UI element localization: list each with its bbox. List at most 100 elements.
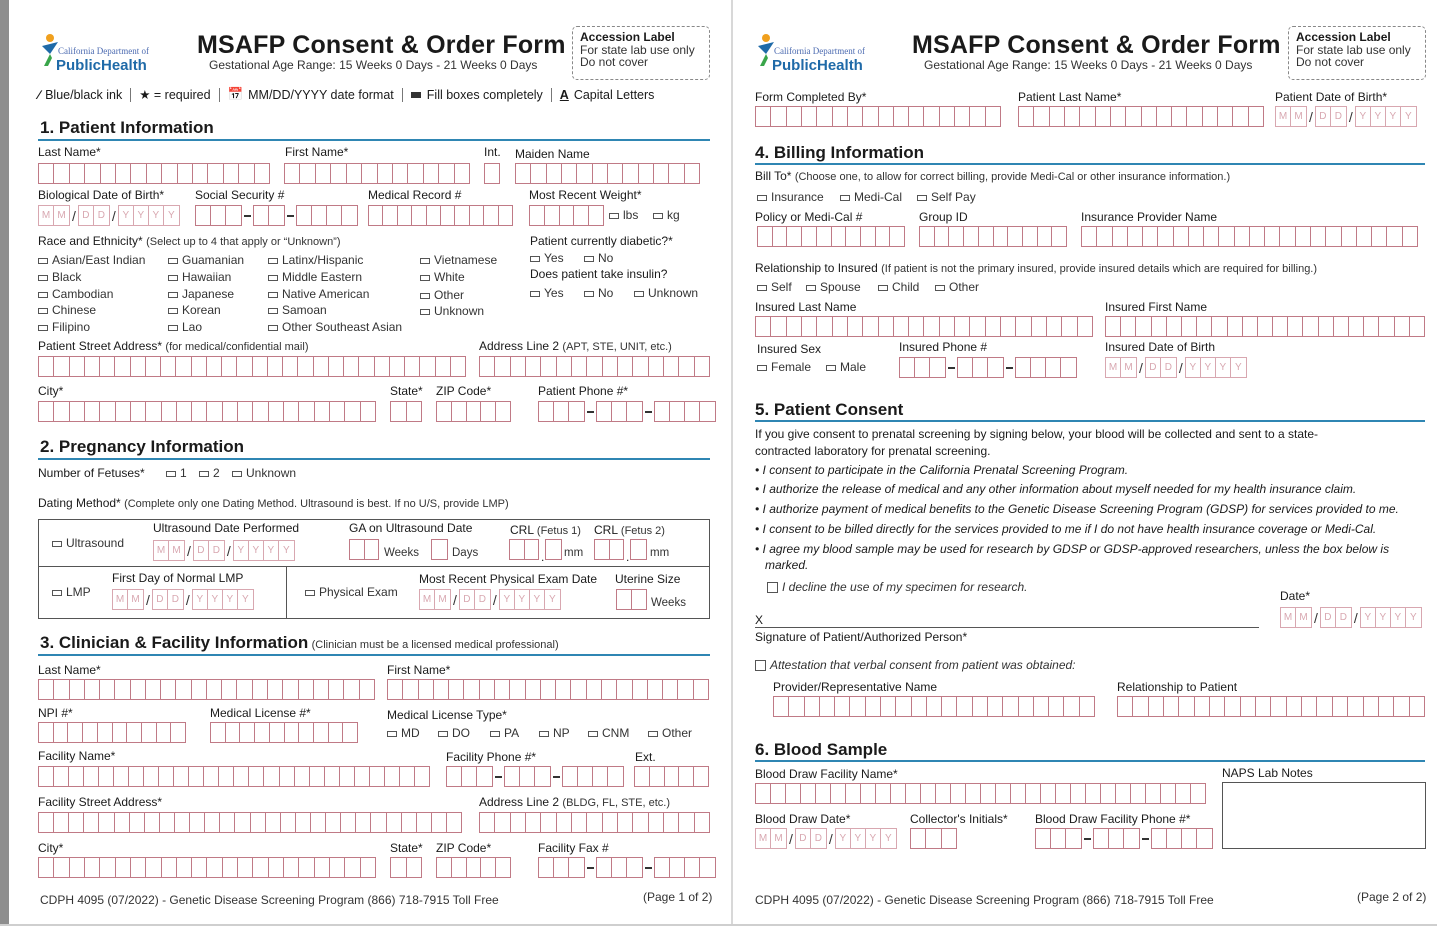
insulin-unknown-checkbox[interactable]: Unknown: [634, 286, 698, 300]
facility-zip-boxes[interactable]: [436, 857, 511, 878]
ssn-boxes[interactable]: [195, 205, 358, 226]
provider-rep-boxes[interactable]: [773, 696, 1095, 717]
relationship-patient-boxes[interactable]: [1117, 696, 1425, 717]
decline-research-checkbox[interactable]: I decline the use of my specimen for res…: [767, 580, 1027, 594]
bill-insurance-checkbox[interactable]: Insurance: [757, 190, 824, 204]
clinician-last-boxes[interactable]: [38, 679, 375, 700]
insured-last-boxes[interactable]: [755, 316, 1093, 337]
mrn-boxes[interactable]: [368, 205, 513, 226]
facility-phone-boxes[interactable]: [446, 766, 624, 787]
license-md-checkbox[interactable]: MD: [387, 726, 420, 740]
fetuses-2-checkbox[interactable]: 2: [199, 466, 220, 480]
unit-lbs-checkbox[interactable]: lbs: [609, 208, 638, 222]
first-name-boxes[interactable]: [284, 163, 470, 184]
race-filipino-checkbox[interactable]: Filipino: [38, 320, 90, 334]
bill-medical-checkbox[interactable]: Medi-Cal: [840, 190, 902, 204]
facility-city-boxes[interactable]: [38, 857, 376, 878]
insulin-no-checkbox[interactable]: No: [584, 286, 613, 300]
insulin-yes-checkbox[interactable]: Yes: [530, 286, 564, 300]
license-boxes[interactable]: [210, 722, 358, 743]
consent-date-boxes[interactable]: M M / D D / YYYY: [1280, 607, 1422, 628]
rel-child-checkbox[interactable]: Child: [878, 280, 919, 294]
race-unknown-checkbox[interactable]: Unknown: [420, 304, 484, 318]
pt-dob-boxes[interactable]: M M / D D / YYYY: [1275, 106, 1417, 127]
race-lao-checkbox[interactable]: Lao: [168, 320, 202, 334]
fetuses-1-checkbox[interactable]: 1: [166, 466, 187, 480]
facility-addr2-boxes[interactable]: [479, 812, 710, 833]
facility-fax-boxes[interactable]: [538, 857, 716, 878]
insured-dob-boxes[interactable]: M M / D D / YYYY: [1105, 357, 1247, 378]
npi-boxes[interactable]: [38, 722, 186, 743]
sex-male-checkbox[interactable]: Male: [826, 360, 866, 374]
license-pa-checkbox[interactable]: PA: [490, 726, 519, 740]
draw-phone-boxes[interactable]: [1035, 828, 1213, 849]
crl2-boxes[interactable]: [594, 539, 624, 560]
license-np-checkbox[interactable]: NP: [539, 726, 570, 740]
facility-name-boxes[interactable]: [38, 766, 430, 787]
race-vietnamese-checkbox[interactable]: Vietnamese: [420, 253, 497, 267]
ext-boxes[interactable]: [634, 766, 709, 787]
race-middle-eastern-checkbox[interactable]: Middle Eastern: [268, 270, 362, 284]
patient-phone-boxes[interactable]: [538, 401, 716, 422]
race-korean-checkbox[interactable]: Korean: [168, 303, 221, 317]
race-black-checkbox[interactable]: Black: [38, 270, 81, 284]
completed-by-boxes[interactable]: [755, 106, 1001, 127]
crl1-decimal-box[interactable]: [545, 539, 562, 560]
diabetic-yes-checkbox[interactable]: Yes: [530, 251, 564, 265]
maiden-name-boxes[interactable]: [515, 163, 700, 184]
ga-days-boxes[interactable]: [431, 539, 448, 560]
rel-spouse-checkbox[interactable]: Spouse: [806, 280, 861, 294]
uterine-size-boxes[interactable]: [616, 589, 647, 610]
license-do-checkbox[interactable]: DO: [438, 726, 470, 740]
unit-kg-checkbox[interactable]: kg: [653, 208, 680, 222]
draw-facility-boxes[interactable]: [755, 783, 1206, 804]
license-cnm-checkbox[interactable]: CNM: [588, 726, 629, 740]
state-boxes[interactable]: [390, 401, 422, 422]
race-white-checkbox[interactable]: White: [420, 270, 465, 284]
race-chinese-checkbox[interactable]: Chinese: [38, 303, 96, 317]
crl1-boxes[interactable]: [509, 539, 539, 560]
dob-date-boxes[interactable]: M M / D D / YYYY: [38, 205, 180, 226]
crl2-decimal-box[interactable]: [630, 539, 647, 560]
pt-last-boxes[interactable]: [1018, 106, 1264, 127]
ultrasound-checkbox[interactable]: Ultrasound: [52, 536, 124, 550]
rel-other-checkbox[interactable]: Other: [935, 280, 979, 294]
collector-initials-boxes[interactable]: [910, 828, 957, 849]
lmp-checkbox[interactable]: LMP: [52, 585, 91, 599]
street-boxes[interactable]: [38, 356, 466, 377]
draw-date-boxes[interactable]: M M / D D / YYYY: [755, 828, 897, 849]
race-japanese-checkbox[interactable]: Japanese: [168, 287, 234, 301]
race-latinx-checkbox[interactable]: Latinx/Hispanic: [268, 253, 363, 267]
facility-state-boxes[interactable]: [390, 857, 422, 878]
race-hawaiian-checkbox[interactable]: Hawaiian: [168, 270, 231, 284]
attestation-checkbox[interactable]: Attestation that verbal consent from pat…: [755, 658, 1076, 672]
naps-notes-box[interactable]: [1222, 782, 1426, 849]
weight-boxes[interactable]: [529, 205, 604, 226]
bill-selfpay-checkbox[interactable]: Self Pay: [917, 190, 976, 204]
addr2-boxes[interactable]: [479, 356, 710, 377]
facility-street-boxes[interactable]: [38, 812, 462, 833]
ga-weeks-boxes[interactable]: [349, 539, 379, 560]
insured-phone-boxes[interactable]: [899, 357, 1077, 378]
race-native-american-checkbox[interactable]: Native American: [268, 287, 369, 301]
last-name-boxes[interactable]: [38, 163, 270, 184]
license-other-checkbox[interactable]: Other: [648, 726, 692, 740]
physical-exam-checkbox[interactable]: Physical Exam: [305, 585, 398, 599]
zip-boxes[interactable]: [436, 401, 511, 422]
race-other-checkbox[interactable]: Other: [420, 288, 464, 302]
initial-box[interactable]: [484, 163, 500, 184]
clinician-first-boxes[interactable]: [387, 679, 709, 700]
insured-first-boxes[interactable]: [1105, 316, 1425, 337]
group-id-boxes[interactable]: [919, 226, 1067, 247]
race-other-se-asian-checkbox[interactable]: Other Southeast Asian: [268, 320, 402, 334]
race-asian-checkbox[interactable]: Asian/East Indian: [38, 253, 145, 267]
pe-date-boxes[interactable]: M M / D D / YYYY: [419, 589, 561, 610]
fetuses-unknown-checkbox[interactable]: Unknown: [232, 466, 296, 480]
lmp-date-boxes[interactable]: M M / D D / YYYY: [112, 589, 254, 610]
race-cambodian-checkbox[interactable]: Cambodian: [38, 287, 113, 301]
policy-boxes[interactable]: [757, 226, 905, 247]
diabetic-no-checkbox[interactable]: No: [584, 251, 613, 265]
provider-name-boxes[interactable]: [1081, 226, 1418, 247]
race-samoan-checkbox[interactable]: Samoan: [268, 303, 327, 317]
city-boxes[interactable]: [38, 401, 376, 422]
